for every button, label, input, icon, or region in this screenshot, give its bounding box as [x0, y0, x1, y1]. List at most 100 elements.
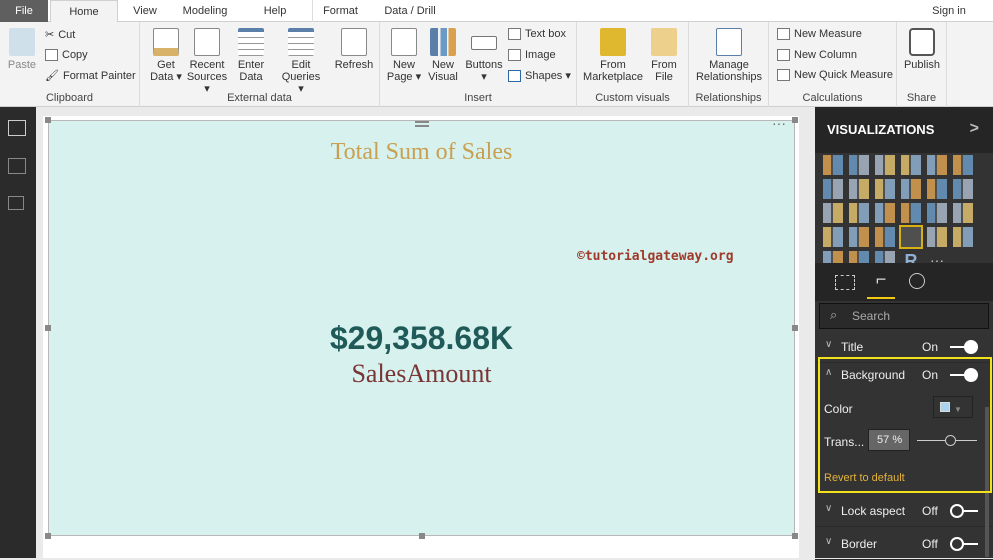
border-row[interactable]: ∨ Border Off: [815, 528, 993, 560]
marketplace-icon: [600, 28, 626, 56]
pane-tabs: ⌐: [815, 263, 993, 301]
insert-label: Insert: [464, 92, 492, 104]
format-roller-icon[interactable]: ⌐: [867, 269, 895, 299]
visual-type-icon[interactable]: [953, 179, 973, 199]
enter-data-button[interactable]: Enter Data: [234, 28, 268, 83]
border-toggle[interactable]: [950, 537, 978, 551]
resize-handle[interactable]: [792, 117, 798, 123]
report-view-icon[interactable]: [8, 120, 26, 136]
title-toggle[interactable]: [950, 340, 978, 354]
visual-type-icon[interactable]: [927, 179, 947, 199]
new-measure-button[interactable]: New Measure: [777, 28, 862, 40]
calculations-label: Calculations: [802, 92, 863, 104]
visual-type-icon[interactable]: [875, 179, 895, 199]
get-data-icon: [153, 28, 179, 56]
visual-type-icon[interactable]: [927, 155, 947, 175]
chevron-down-icon: ∨: [825, 536, 833, 547]
resize-handle[interactable]: [792, 533, 798, 539]
visual-type-icon[interactable]: [849, 155, 869, 175]
get-data-button[interactable]: Get Data ▾: [146, 28, 186, 83]
visual-type-icon[interactable]: [823, 179, 843, 199]
refresh-button[interactable]: Refresh: [334, 28, 374, 71]
resize-handle[interactable]: [792, 325, 798, 331]
resize-handle[interactable]: [419, 533, 425, 539]
brush-icon: 🖌: [45, 70, 59, 82]
visual-type-icon[interactable]: [823, 155, 843, 175]
visual-type-icon[interactable]: [927, 227, 947, 247]
visual-type-icon[interactable]: [953, 227, 973, 247]
resize-handle[interactable]: [45, 325, 51, 331]
cut-button[interactable]: ✂ Cut: [45, 28, 75, 42]
new-quick-measure-button[interactable]: New Quick Measure: [777, 69, 893, 81]
card-value: $29,358.68K: [329, 320, 514, 356]
image-icon: [508, 49, 521, 61]
card-visual-icon[interactable]: [899, 225, 923, 249]
tab-view[interactable]: View: [128, 0, 162, 22]
visual-type-icon[interactable]: [849, 227, 869, 247]
visual-type-icon[interactable]: [901, 179, 921, 199]
model-view-icon[interactable]: [8, 196, 24, 210]
analytics-tab-icon[interactable]: [909, 273, 925, 289]
search-input[interactable]: ⌕ Search: [819, 303, 989, 329]
visual-type-icon[interactable]: [823, 227, 843, 247]
new-column-button[interactable]: New Column: [777, 49, 857, 61]
recent-sources-button[interactable]: Recent Sources ▾: [184, 28, 230, 95]
visual-type-icon[interactable]: [875, 155, 895, 175]
image-button[interactable]: Image: [508, 49, 556, 61]
publish-button[interactable]: Publish: [901, 28, 943, 71]
resize-handle[interactable]: [45, 117, 51, 123]
buttons-button[interactable]: Buttons ▾: [464, 28, 504, 83]
visual-type-icon[interactable]: [849, 179, 869, 199]
tab-home[interactable]: Home: [50, 0, 118, 23]
tab-help[interactable]: Help: [258, 0, 292, 22]
visual-type-icon[interactable]: [927, 203, 947, 223]
column-icon: [777, 49, 790, 61]
watermark: ©tutorialgateway.org: [577, 249, 734, 264]
sign-in-link[interactable]: Sign in: [926, 0, 972, 22]
data-view-icon[interactable]: [8, 158, 26, 174]
from-file-button[interactable]: From File: [647, 28, 681, 83]
tab-format[interactable]: Format: [312, 0, 368, 22]
card-title: Total Sum of Sales: [330, 139, 513, 165]
chevron-down-icon: ∨: [825, 339, 833, 350]
drag-handle-icon[interactable]: [415, 121, 429, 127]
tab-data-drill[interactable]: Data / Drill: [378, 0, 442, 22]
edit-queries-button[interactable]: Edit Queries ▾: [278, 28, 324, 95]
search-icon: ⌕: [830, 307, 838, 322]
new-visual-button[interactable]: New Visual: [426, 28, 460, 83]
new-page-button[interactable]: New Page ▾: [386, 28, 422, 83]
visual-type-icon[interactable]: [823, 203, 843, 223]
visual-type-icon[interactable]: [953, 155, 973, 175]
shapes-button[interactable]: Shapes ▾: [508, 69, 571, 82]
visual-types-grid: R ···: [823, 155, 979, 271]
visual-type-icon[interactable]: [875, 227, 895, 247]
tab-modeling[interactable]: Modeling: [176, 0, 234, 22]
format-painter-button[interactable]: 🖌 Format Painter: [45, 69, 136, 83]
paste-button[interactable]: Paste: [6, 28, 38, 71]
visual-type-icon[interactable]: [953, 203, 973, 223]
custom-visuals-group: From Marketplace From File Custom visual…: [577, 22, 689, 107]
more-options-icon[interactable]: ···: [772, 115, 786, 131]
clock-doc-icon: [194, 28, 220, 56]
card-visual[interactable]: Total Sum of Sales ©tutorialgateway.org …: [45, 115, 798, 539]
text-box-icon: [508, 28, 521, 40]
visual-type-icon[interactable]: [875, 203, 895, 223]
resize-handle[interactable]: [45, 533, 51, 539]
visual-type-icon[interactable]: [849, 203, 869, 223]
chevron-right-icon[interactable]: >: [970, 120, 979, 138]
ribbon-tabs: File Home View Modeling Help Format Data…: [0, 0, 993, 23]
copy-icon: [45, 49, 58, 61]
visual-type-icon[interactable]: [901, 155, 921, 175]
text-box-button[interactable]: Text box: [508, 28, 566, 40]
tab-file[interactable]: File: [0, 0, 48, 22]
new-page-icon: [391, 28, 417, 56]
fields-tab-icon[interactable]: [835, 275, 855, 290]
from-marketplace-button[interactable]: From Marketplace: [581, 28, 645, 83]
insert-group: New Page ▾ New Visual Buttons ▾ Text box…: [380, 22, 577, 107]
lock-aspect-toggle[interactable]: [950, 504, 978, 518]
chevron-down-icon: ∨: [825, 503, 833, 514]
lock-aspect-row[interactable]: ∨ Lock aspect Off: [815, 495, 993, 527]
manage-relationships-button[interactable]: Manage Relationships: [693, 28, 765, 83]
visual-type-icon[interactable]: [901, 203, 921, 223]
copy-button[interactable]: Copy: [45, 49, 88, 61]
